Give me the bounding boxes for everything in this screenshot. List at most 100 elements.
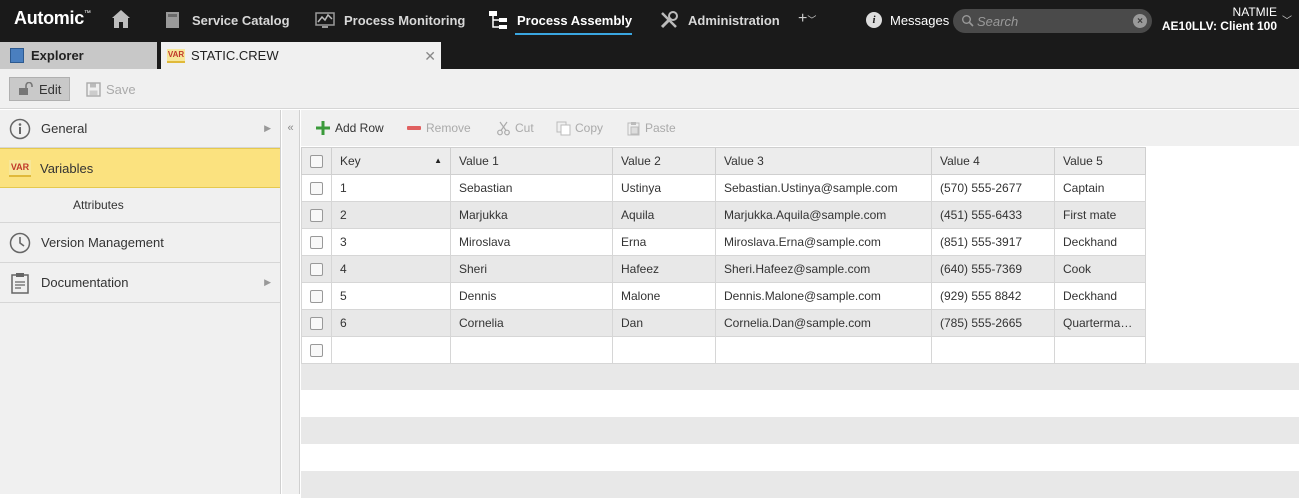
user-menu[interactable]: NATMIE AE10LLV: Client 100	[1162, 5, 1277, 33]
table-cell[interactable]	[450, 336, 613, 364]
table-cell[interactable]: (451) 555-6433	[931, 201, 1055, 229]
row-checkbox[interactable]	[310, 209, 323, 223]
column-header-value1[interactable]: Value 1	[450, 147, 613, 175]
table-cell[interactable]: Sebastian.Ustinya@sample.com	[715, 174, 932, 202]
table-cell[interactable]: 6	[331, 309, 451, 337]
table-cell[interactable]: (785) 555-2665	[931, 309, 1055, 337]
table-cell[interactable]: Miroslava.Erna@sample.com	[715, 228, 932, 256]
table-cell[interactable]: Hafeez	[612, 255, 716, 283]
row-checkbox[interactable]	[310, 344, 323, 358]
table-cell[interactable]	[612, 336, 716, 364]
close-icon[interactable]: ✕	[424, 48, 436, 65]
table-row[interactable]: 2 Marjukka Aquila Marjukka.Aquila@sample…	[301, 201, 1146, 229]
table-cell[interactable]: First mate	[1054, 201, 1146, 229]
table-cell[interactable]: (851) 555-3917	[931, 228, 1055, 256]
row-checkbox[interactable]	[310, 263, 323, 277]
edit-button[interactable]: Edit	[9, 77, 71, 101]
table-cell[interactable]: Dan	[612, 309, 716, 337]
search-input[interactable]	[977, 12, 1127, 30]
table-cell[interactable]: 5	[331, 282, 451, 310]
table-cell[interactable]: Ustinya	[612, 174, 716, 202]
table-cell[interactable]: Captain	[1054, 174, 1146, 202]
remove-button[interactable]: Remove	[406, 120, 471, 136]
home-icon[interactable]	[110, 8, 132, 30]
table-cell[interactable]: Marjukka	[450, 201, 613, 229]
table-cell[interactable]: Dennis.Malone@sample.com	[715, 282, 932, 310]
column-header-value2[interactable]: Value 2	[612, 147, 716, 175]
messages-button[interactable]: i Messages	[866, 0, 949, 40]
info-icon: i	[866, 12, 882, 28]
table-cell[interactable]: 4	[331, 255, 451, 283]
sidebar-item-documentation[interactable]: Documentation ▶	[0, 263, 280, 303]
table-cell[interactable]	[715, 336, 932, 364]
table-cell[interactable]	[331, 336, 451, 364]
table-cell[interactable]: Cook	[1054, 255, 1146, 283]
table-cell[interactable]: (640) 555-7369	[931, 255, 1055, 283]
table-row[interactable]: 1 Sebastian Ustinya Sebastian.Ustinya@sa…	[301, 174, 1146, 202]
table-row[interactable]: 3 Miroslava Erna Miroslava.Erna@sample.c…	[301, 228, 1146, 256]
table-cell[interactable]: Sheri.Hafeez@sample.com	[715, 255, 932, 283]
table-cell[interactable]: 2	[331, 201, 451, 229]
column-header-value3[interactable]: Value 3	[715, 147, 932, 175]
row-select-cell	[301, 309, 332, 337]
table-cell[interactable]	[931, 336, 1055, 364]
top-navigation-bar: Automic™ Service Catalog Process Monitor…	[0, 0, 1299, 40]
row-select-cell	[301, 336, 332, 364]
cut-button[interactable]: Cut	[496, 120, 534, 136]
table-cell[interactable]: Dennis	[450, 282, 613, 310]
table-cell[interactable]: Deckhand	[1054, 228, 1146, 256]
tab-static-crew[interactable]: VAR STATIC.CREW ✕	[161, 42, 441, 69]
select-all-checkbox[interactable]	[310, 155, 323, 169]
nav-process-assembly[interactable]: Process Assembly	[488, 0, 633, 40]
add-perspective-button[interactable]: +﹀	[798, 10, 816, 28]
collapse-panel-button[interactable]: «	[282, 110, 300, 494]
column-header-value5[interactable]: Value 5	[1054, 147, 1146, 175]
copy-button[interactable]: Copy	[556, 120, 603, 136]
table-cell[interactable]: Malone	[612, 282, 716, 310]
row-checkbox[interactable]	[310, 290, 323, 304]
paste-button[interactable]: Paste	[626, 120, 676, 136]
table-cell[interactable]: Miroslava	[450, 228, 613, 256]
nav-service-catalog[interactable]: Service Catalog	[163, 0, 290, 40]
unlock-icon	[19, 82, 33, 95]
table-row[interactable]: 5 Dennis Malone Dennis.Malone@sample.com…	[301, 282, 1146, 310]
table-cell[interactable]: 3	[331, 228, 451, 256]
table-cell[interactable]: Sebastian	[450, 174, 613, 202]
sidebar-item-label: Attributes	[73, 198, 124, 212]
table-cell[interactable]: Quarterma…	[1054, 309, 1146, 337]
table-cell[interactable]: (929) 555 8842	[931, 282, 1055, 310]
table-row-empty[interactable]	[301, 336, 1146, 364]
save-button[interactable]: Save	[78, 77, 144, 101]
table-cell[interactable]: (570) 555-2677	[931, 174, 1055, 202]
nav-administration[interactable]: Administration	[659, 0, 780, 40]
automic-logo[interactable]: Automic™	[14, 8, 91, 29]
table-cell[interactable]: Deckhand	[1054, 282, 1146, 310]
table-cell[interactable]	[1054, 336, 1146, 364]
sidebar-item-attributes[interactable]: Attributes	[0, 188, 280, 223]
sidebar-item-variables[interactable]: VAR Variables	[0, 148, 280, 188]
table-cell[interactable]: 1	[331, 174, 451, 202]
nav-process-monitoring[interactable]: Process Monitoring	[315, 0, 465, 40]
column-header-value4[interactable]: Value 4	[931, 147, 1055, 175]
sidebar-item-version-management[interactable]: Version Management	[0, 223, 280, 263]
sidebar-item-general[interactable]: General ▶	[0, 110, 280, 148]
table-cell[interactable]: Sheri	[450, 255, 613, 283]
column-header-key[interactable]: Key ▲	[331, 147, 451, 175]
var-object-icon: VAR	[9, 159, 31, 177]
table-row[interactable]: 4 Sheri Hafeez Sheri.Hafeez@sample.com (…	[301, 255, 1146, 283]
add-row-button[interactable]: Add Row	[315, 120, 384, 136]
tab-explorer[interactable]: Explorer	[0, 42, 157, 69]
left-navigation-panel: General ▶ VAR Variables Attributes Versi…	[0, 110, 281, 494]
table-cell[interactable]: Marjukka.Aquila@sample.com	[715, 201, 932, 229]
row-checkbox[interactable]	[310, 182, 323, 196]
table-cell[interactable]: Erna	[612, 228, 716, 256]
clear-search-icon[interactable]: ×	[1133, 14, 1147, 28]
table-cell[interactable]: Cornelia.Dan@sample.com	[715, 309, 932, 337]
table-row[interactable]: 6 Cornelia Dan Cornelia.Dan@sample.com (…	[301, 309, 1146, 337]
active-tab-indicator	[515, 33, 633, 35]
table-cell[interactable]: Aquila	[612, 201, 716, 229]
row-checkbox[interactable]	[310, 236, 323, 250]
table-cell[interactable]: Cornelia	[450, 309, 613, 337]
chevron-down-icon[interactable]: ﹀	[1282, 12, 1292, 27]
row-checkbox[interactable]	[310, 317, 323, 331]
